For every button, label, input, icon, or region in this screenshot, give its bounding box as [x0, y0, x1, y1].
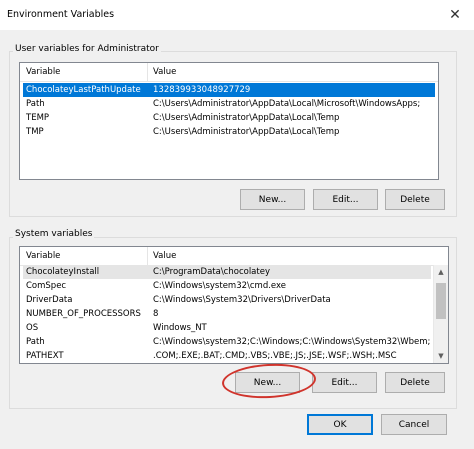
variable-value: .COM;.EXE;.BAT;.CMD;.VBS;.VBE;.JS;.JSE;.… [153, 351, 397, 361]
window-title: Environment Variables [7, 9, 115, 20]
chevron-down-icon[interactable] [434, 349, 448, 363]
variable-name: ComSpec [26, 281, 67, 291]
table-row[interactable]: ChocolateyLastPathUpdate 132839933048927… [23, 83, 435, 97]
chevron-up-icon[interactable] [434, 265, 448, 279]
variable-value: 8 [153, 309, 159, 319]
table-row[interactable]: ChocolateyInstall C:\ProgramData\chocola… [23, 265, 431, 279]
variable-name: NUMBER_OF_PROCESSORS [26, 309, 141, 319]
variable-value: C:\Windows\system32;C:\Windows;C:\Window… [153, 337, 431, 347]
variable-value: C:\Users\Administrator\AppData\Local\Tem… [153, 113, 340, 123]
variable-name: TEMP [26, 113, 50, 123]
ok-button[interactable]: OK [307, 414, 373, 435]
variable-value: C:\Windows\System32\Drivers\DriverData [153, 295, 331, 305]
column-header-value[interactable]: Value [153, 67, 176, 77]
variable-value: C:\Users\Administrator\AppData\Local\Tem… [153, 127, 340, 137]
table-row[interactable]: DriverData C:\Windows\System32\Drivers\D… [23, 293, 431, 307]
table-row[interactable]: Path C:\Users\Administrator\AppData\Loca… [23, 97, 435, 111]
user-delete-button[interactable]: Delete [385, 189, 445, 210]
user-variables-label: User variables for Administrator [13, 44, 161, 54]
table-row[interactable]: TEMP C:\Users\Administrator\AppData\Loca… [23, 111, 435, 125]
table-row[interactable]: Path C:\Windows\system32;C:\Windows;C:\W… [23, 335, 431, 349]
variable-value: C:\ProgramData\chocolatey [153, 267, 270, 277]
variable-name: TMP [26, 127, 44, 137]
column-header-variable[interactable]: Variable [26, 67, 60, 77]
variable-name: Path [26, 337, 45, 347]
system-variables-label: System variables [13, 229, 95, 239]
variable-name: PATHEXT [26, 351, 64, 361]
table-row[interactable]: PATHEXT .COM;.EXE;.BAT;.CMD;.VBS;.VBE;.J… [23, 349, 431, 363]
table-row[interactable]: ComSpec C:\Windows\system32\cmd.exe [23, 279, 431, 293]
close-icon[interactable] [436, 0, 474, 30]
variable-value: C:\Users\Administrator\AppData\Local\Mic… [153, 99, 421, 109]
scrollbar-thumb[interactable] [436, 283, 446, 319]
variable-value: Windows_NT [153, 323, 207, 333]
title-bar: Environment Variables [0, 0, 474, 30]
environment-variables-dialog: Environment Variables User variables for… [0, 0, 474, 449]
column-header-variable[interactable]: Variable [26, 251, 60, 261]
column-header-value[interactable]: Value [153, 251, 176, 261]
user-new-button[interactable]: New... [240, 189, 305, 210]
system-delete-button[interactable]: Delete [385, 372, 445, 393]
table-row[interactable]: NUMBER_OF_PROCESSORS 8 [23, 307, 431, 321]
variable-name: Path [26, 99, 45, 109]
variable-name: DriverData [26, 295, 73, 305]
system-variables-scrollbar[interactable] [433, 265, 448, 363]
table-row[interactable]: TMP C:\Users\Administrator\AppData\Local… [23, 125, 435, 139]
system-variables-list[interactable]: Variable Value ChocolateyInstall C:\Prog… [19, 246, 449, 364]
system-variables-header: Variable Value [20, 247, 448, 266]
user-edit-button[interactable]: Edit... [313, 189, 378, 210]
variable-value: C:\Windows\system32\cmd.exe [153, 281, 287, 291]
cancel-button[interactable]: Cancel [381, 414, 447, 435]
table-row[interactable]: OS Windows_NT [23, 321, 431, 335]
variable-name: ChocolateyInstall [26, 267, 100, 277]
variable-value: 132839933048927729 [153, 85, 251, 95]
system-edit-button[interactable]: Edit... [312, 372, 377, 393]
user-variables-list[interactable]: Variable Value ChocolateyLastPathUpdate … [19, 62, 439, 180]
variable-name: OS [26, 323, 39, 333]
variable-name: ChocolateyLastPathUpdate [26, 85, 141, 95]
user-variables-header: Variable Value [20, 63, 438, 82]
